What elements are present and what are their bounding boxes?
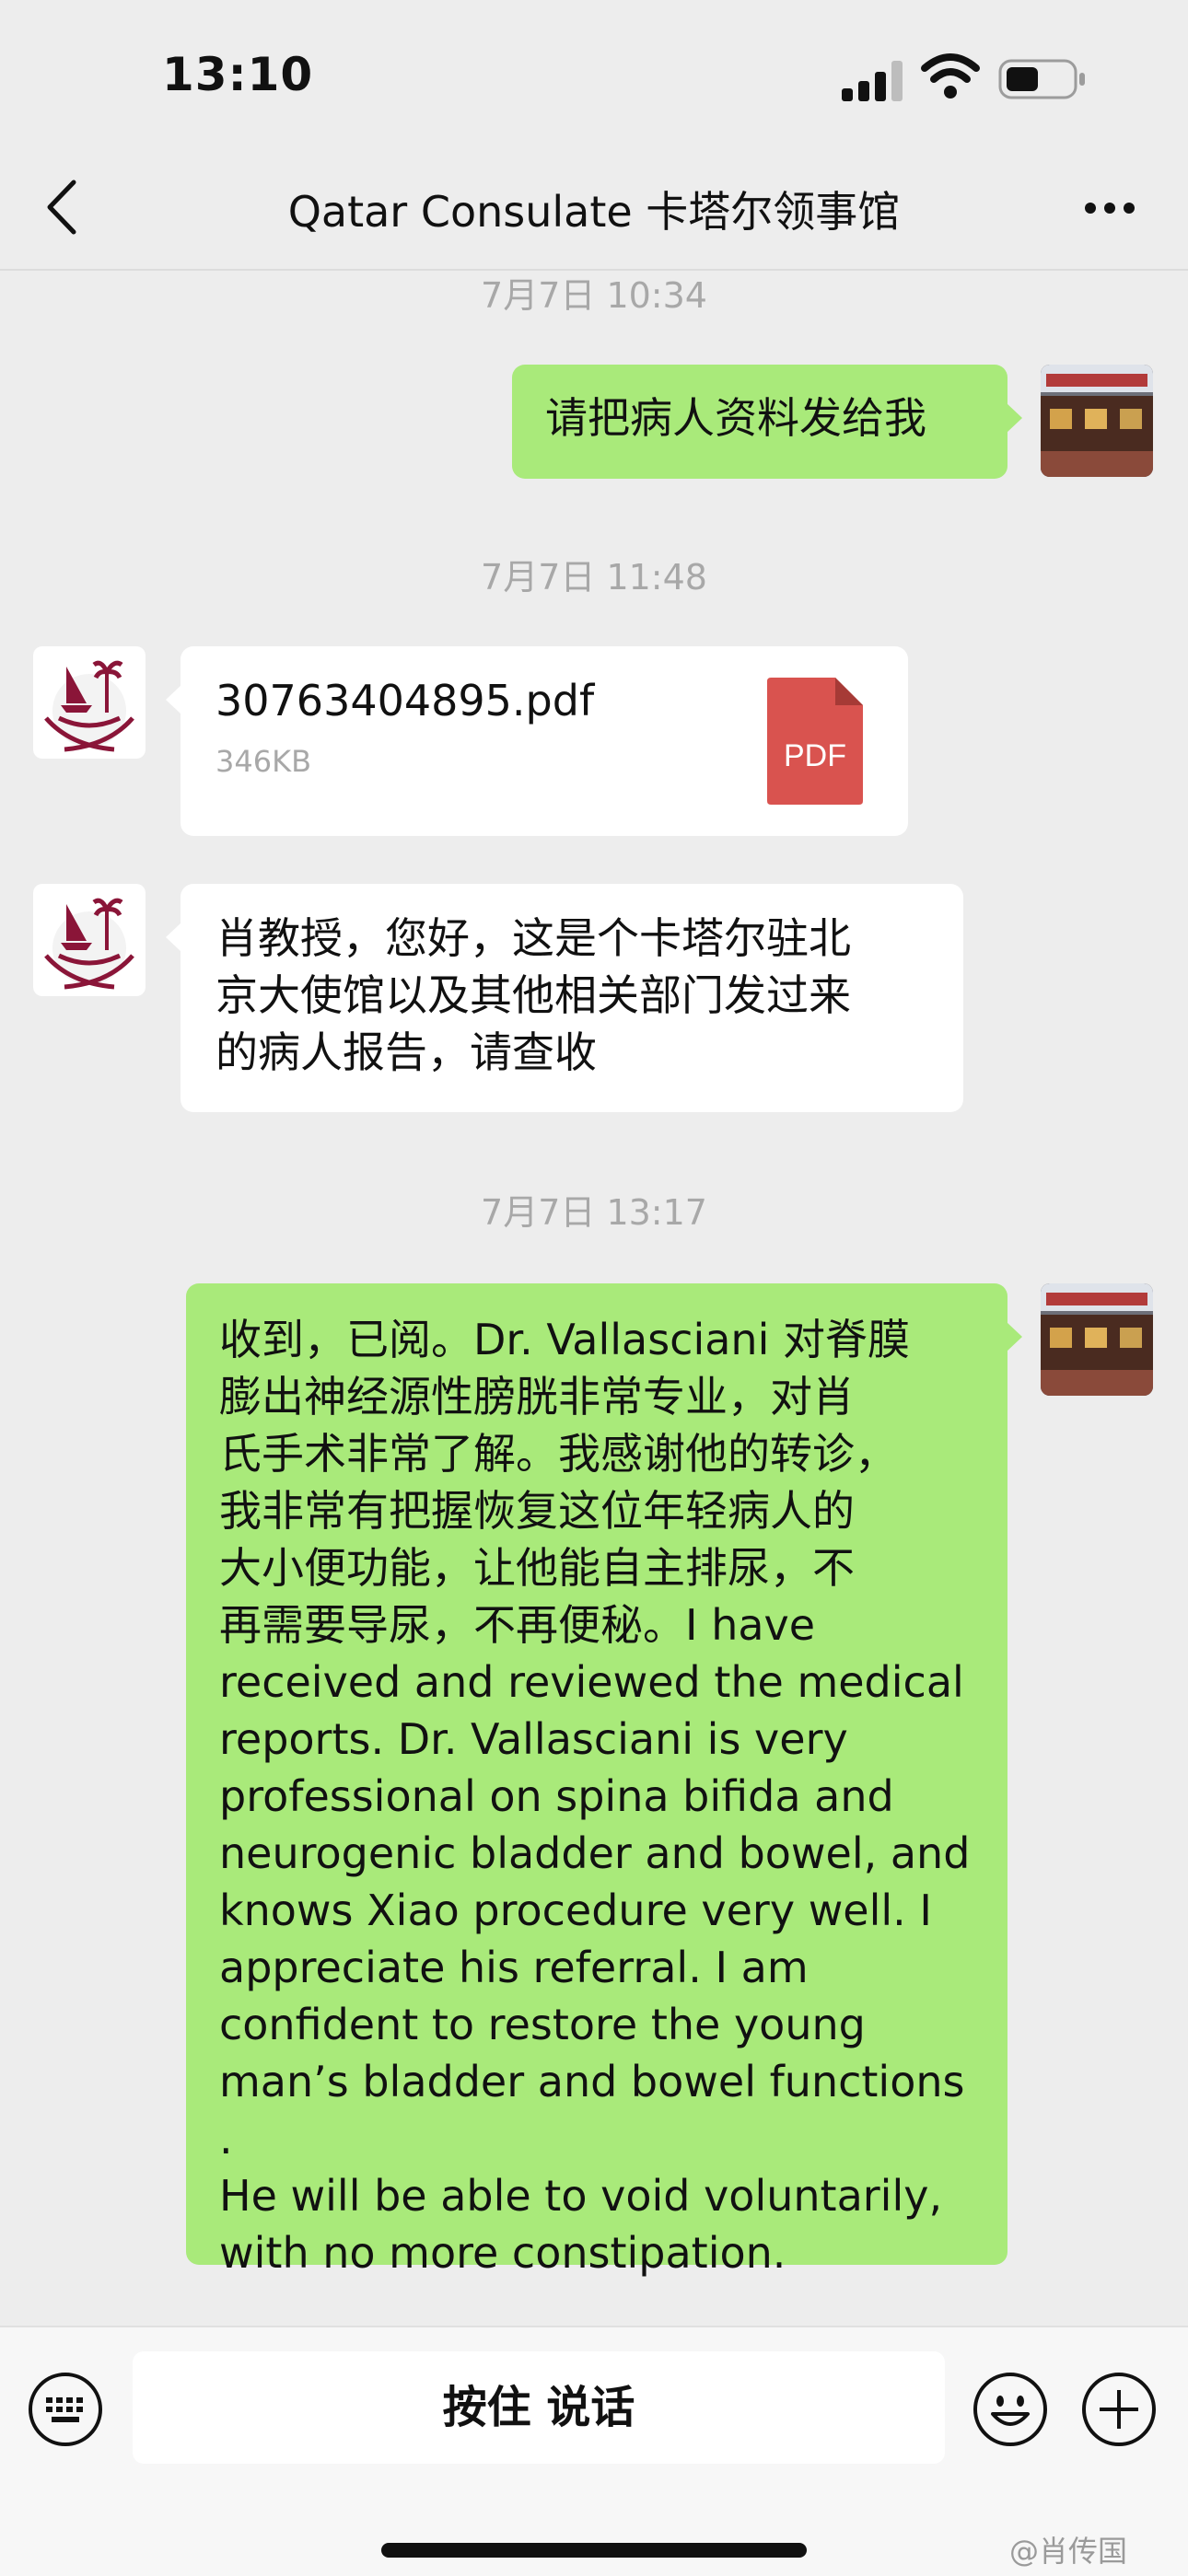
- signal-icon: [842, 61, 904, 101]
- message-line: confident to restore the young: [219, 2000, 866, 2049]
- message-line: knows Xiao procedure very well. I: [219, 1886, 932, 1935]
- home-indicator[interactable]: [381, 2543, 807, 2558]
- message-line: received and reviewed the medical: [219, 1657, 964, 1707]
- status-time: 13:10: [162, 48, 314, 101]
- message-line: 膨出神经源性膀胱非常专业，对肖: [219, 1372, 855, 1421]
- message-line: 的病人报告，请查收: [215, 1027, 597, 1077]
- qatar-consulate-avatar[interactable]: [33, 884, 146, 996]
- timestamp: 7月7日 11:48: [481, 557, 707, 598]
- message-line: 京大使馆以及其他相关部门发过来: [215, 970, 851, 1020]
- file-size: 346KB: [215, 744, 312, 779]
- keyboard-icon[interactable]: [28, 2372, 103, 2447]
- wifi-icon: [921, 53, 980, 99]
- battery-icon: [998, 59, 1085, 99]
- chat-title: Qatar Consulate 卡塔尔领事馆: [287, 187, 901, 237]
- incoming-message[interactable]: 肖教授，您好，这是个卡塔尔驻北 京大使馆以及其他相关部门发过来 的病人报告，请查…: [166, 884, 963, 1112]
- nav-bar: Qatar Consulate 卡塔尔领事馆: [0, 147, 1188, 271]
- message-line: 收到，已阅。Dr. Vallasciani 对脊膜: [219, 1315, 910, 1364]
- pdf-label: PDF: [784, 738, 846, 773]
- my-avatar[interactable]: [1041, 365, 1153, 477]
- file-message[interactable]: 30763404895.pdf 346KB PDF: [166, 646, 908, 836]
- emoji-icon[interactable]: [973, 2372, 1048, 2447]
- message-line: 氏手术非常了解。我感谢他的转诊，: [219, 1429, 897, 1479]
- message-line: man’s bladder and bowel functions .: [219, 2057, 965, 2164]
- qatar-consulate-avatar[interactable]: [33, 646, 146, 759]
- timestamp: 7月7日 10:34: [481, 275, 707, 316]
- more-dots-icon[interactable]: [1077, 193, 1142, 221]
- message-line: reports. Dr. Vallasciani is very: [219, 1714, 848, 1764]
- file-name: 30763404895.pdf: [215, 676, 595, 725]
- message-line: neurogenic bladder and bowel, and: [219, 1828, 971, 1878]
- hold-to-talk-button[interactable]: 按住 说话: [133, 2351, 945, 2464]
- message-line: 我非常有把握恢复这位年轻病人的: [219, 1486, 855, 1536]
- plus-icon[interactable]: [1081, 2372, 1157, 2447]
- message-line: He will be able to void voluntarily,: [219, 2171, 943, 2221]
- message-line: 肖教授，您好，这是个卡塔尔驻北: [215, 913, 851, 963]
- message-line: 再需要导尿，不再便秘。I have: [219, 1600, 816, 1650]
- outgoing-message[interactable]: 收到，已阅。Dr. Vallasciani 对脊膜 膨出神经源性膀胱非常专业，对…: [186, 1283, 1022, 2278]
- timestamp: 7月7日 13:17: [481, 1192, 707, 1233]
- back-arrow-icon[interactable]: [35, 175, 90, 239]
- input-bar: 按住 说话 @肖传国: [0, 2326, 1188, 2576]
- my-avatar[interactable]: [1041, 1283, 1153, 1396]
- message-line: professional on spina bifida and: [219, 1771, 894, 1821]
- message-line: 大小便功能，让他能自主排尿，不: [219, 1543, 855, 1593]
- message-line: appreciate his referral. I am: [219, 1943, 809, 1992]
- pdf-file-icon: PDF: [767, 678, 863, 805]
- message-text: 请把病人资料发给我: [545, 393, 926, 443]
- weibo-watermark: @肖传国: [1009, 2534, 1128, 2569]
- message-line: with no more constipation.: [219, 2228, 786, 2278]
- outgoing-message[interactable]: 请把病人资料发给我: [512, 365, 1022, 479]
